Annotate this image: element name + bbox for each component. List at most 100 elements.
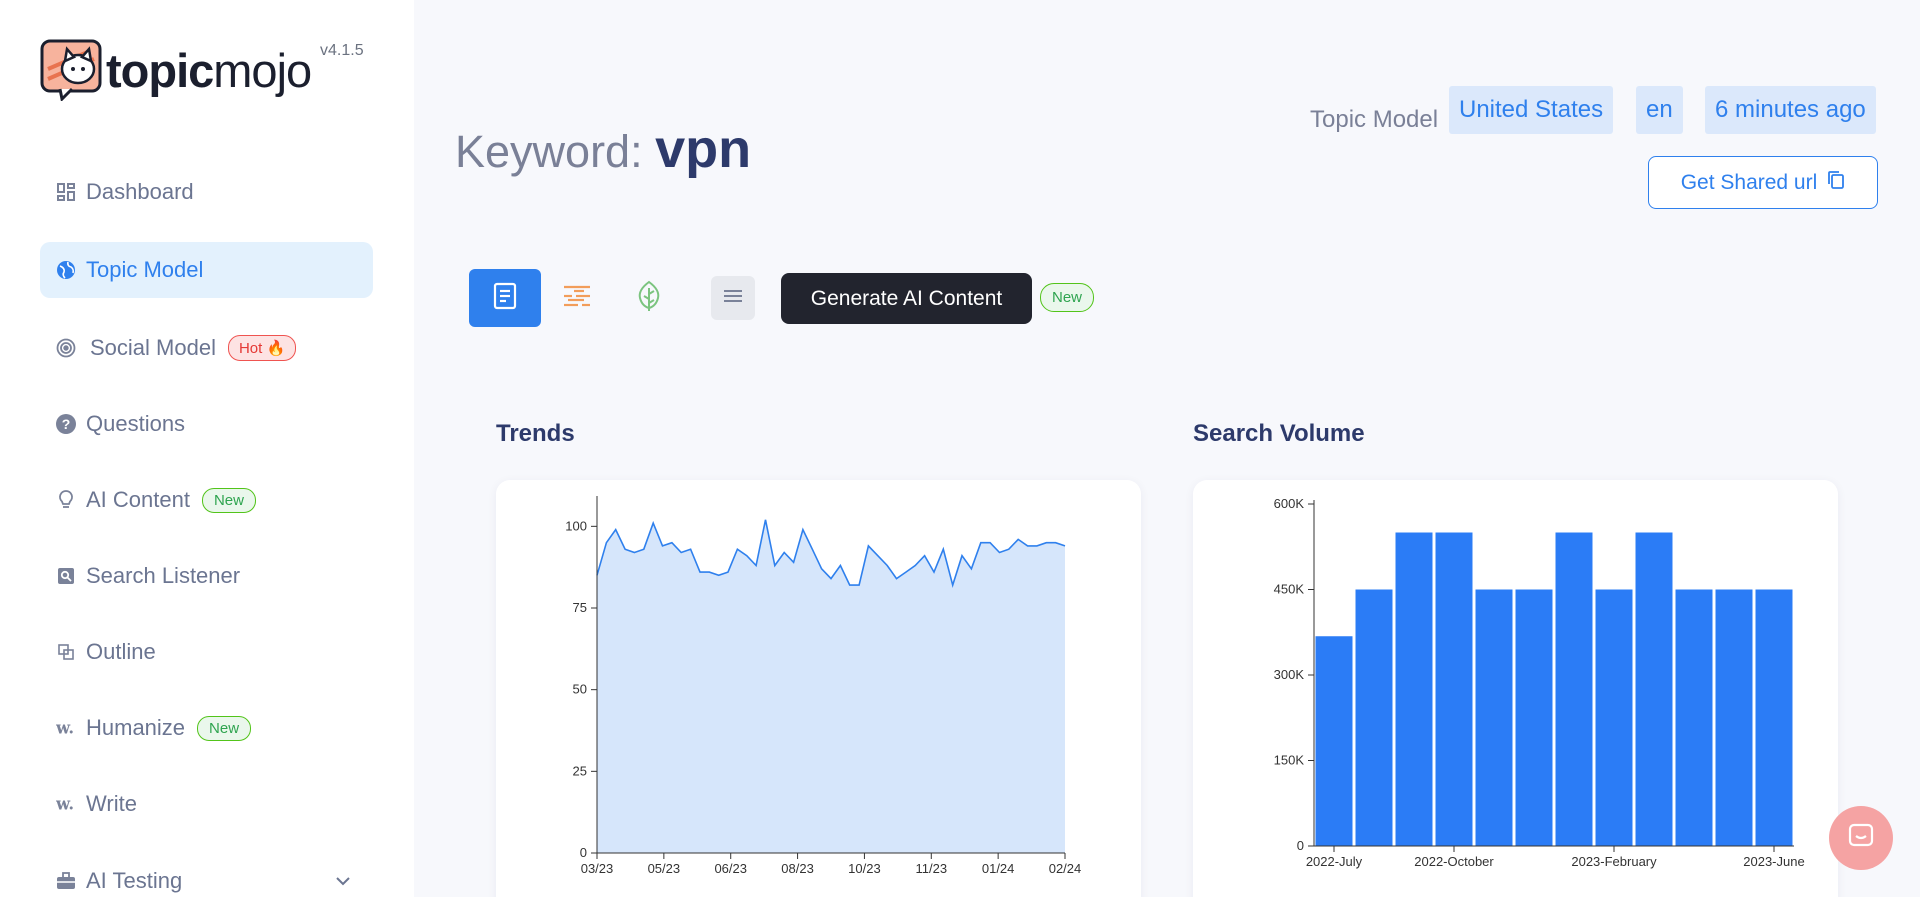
y-tick-label: 450K — [1274, 582, 1305, 597]
version-label: v4.1.5 — [320, 42, 364, 59]
svg-text:?: ? — [62, 416, 71, 432]
bar — [1475, 589, 1513, 846]
y-tick-label: 25 — [573, 763, 587, 778]
bar — [1675, 589, 1713, 846]
sidebar-item-label: Topic Model — [86, 257, 204, 282]
search-volume-chart: 0 150K 300K 450K 600K 2022-July 2022-October 20… — [1274, 496, 1805, 869]
copy-icon — [1827, 170, 1845, 196]
y-tick-label: 150K — [1274, 753, 1305, 768]
x-tick-label: 05/23 — [648, 861, 681, 876]
trends-chart-card: 0 25 50 75 100 03/23 05/23 06/23 08/23 10/23 11/23… — [496, 480, 1141, 897]
trends-area — [597, 519, 1065, 853]
logo-cat-icon — [40, 39, 102, 103]
x-tick-label: 11/23 — [915, 861, 947, 876]
logo[interactable]: topicmojo — [40, 38, 312, 103]
sidebar-item-humanize[interactable]: w. Humanize New — [40, 700, 373, 756]
document-icon — [493, 282, 517, 315]
y-tick-label: 100 — [565, 518, 587, 533]
chevron-down-icon[interactable] — [335, 873, 351, 891]
bar — [1435, 532, 1473, 846]
bar — [1315, 636, 1353, 846]
sidebar-item-ai-content[interactable]: AI Content New — [40, 472, 373, 528]
chat-icon — [1847, 822, 1875, 855]
keyword-label: Keyword: — [455, 126, 643, 177]
bar — [1395, 532, 1433, 846]
sidebar: topicmojo v4.1.5 Dashboard Topic Model S… — [0, 0, 414, 897]
trends-title: Trends — [496, 420, 575, 447]
sidebar-item-social-model[interactable]: Social Model Hot 🔥 — [40, 320, 373, 376]
y-tick-label: 0 — [1297, 838, 1304, 853]
y-tick-label: 50 — [573, 682, 587, 697]
lightbulb-icon — [56, 490, 76, 510]
hot-badge: Hot 🔥 — [227, 335, 297, 361]
sidebar-item-outline[interactable]: Outline — [40, 624, 373, 680]
x-tick-label: 2022-July — [1306, 854, 1363, 869]
x-tick-label: 2023-June — [1743, 854, 1804, 869]
sidebar-item-label: Outline — [86, 639, 156, 664]
x-tick-label: 2023-February — [1571, 854, 1657, 869]
x-tick-label: 01/24 — [982, 861, 1015, 876]
sidebar-item-dashboard[interactable]: Dashboard — [40, 164, 373, 220]
get-shared-url-button[interactable]: Get Shared url — [1648, 156, 1878, 209]
y-tick-label: 600K — [1274, 496, 1305, 511]
target-icon — [56, 338, 76, 358]
generate-ai-content-button[interactable]: Generate AI Content — [781, 273, 1032, 324]
x-tick-label: 03/23 — [581, 861, 614, 876]
x-tick-label: 02/24 — [1049, 861, 1082, 876]
model-label: Topic Model — [1310, 106, 1439, 133]
view-list-button[interactable] — [541, 269, 613, 327]
chat-button[interactable] — [1829, 806, 1893, 870]
keyword-value: vpn — [655, 119, 752, 179]
y-tick-label: 75 — [573, 600, 587, 615]
sidebar-item-questions[interactable]: ? Questions — [40, 396, 373, 452]
bar — [1515, 589, 1553, 846]
sidebar-item-search-listener[interactable]: Search Listener — [40, 548, 373, 604]
y-tick-label: 0 — [580, 845, 587, 860]
sidebar-item-label: Humanize — [86, 715, 186, 740]
sidebar-item-label: AI Testing — [86, 868, 183, 893]
bar — [1355, 589, 1393, 846]
x-tick-label: 2022-October — [1414, 854, 1494, 869]
updated-chip: 6 minutes ago — [1705, 86, 1876, 134]
sidebar-item-label: Search Listener — [86, 563, 241, 588]
new-badge: New — [201, 487, 256, 513]
view-leaf-button[interactable] — [613, 269, 685, 327]
briefcase-icon — [56, 871, 76, 891]
sidebar-item-label: Dashboard — [86, 179, 194, 204]
country-chip: United States — [1449, 86, 1614, 134]
new-badge: New — [197, 715, 252, 741]
search-doc-icon — [56, 566, 76, 586]
sidebar-item-label: Questions — [86, 411, 186, 436]
bar — [1555, 532, 1593, 846]
bar — [1635, 532, 1673, 846]
globe-icon — [56, 260, 76, 280]
sidebar-item-topic-model[interactable]: Topic Model — [40, 242, 373, 298]
sidebar-item-label: AI Content — [86, 487, 190, 512]
logo-text: topicmojo — [106, 43, 312, 97]
menu-button[interactable] — [711, 276, 755, 320]
x-tick-label: 10/23 — [848, 861, 881, 876]
svg-text:w.: w. — [56, 795, 74, 813]
language-chip: en — [1636, 86, 1683, 134]
x-tick-label: 08/23 — [781, 861, 814, 876]
page-title: Keyword: vpn — [455, 118, 751, 180]
dashboard-icon — [56, 182, 76, 202]
sidebar-item-ai-testing[interactable]: AI Testing — [40, 853, 373, 897]
sidebar-item-write[interactable]: w. Write — [40, 776, 373, 832]
bar — [1595, 589, 1633, 846]
w-icon: w. — [56, 794, 76, 814]
outline-icon — [56, 642, 76, 662]
search-volume-chart-card: 0 150K 300K 450K 600K 2022-July 2022-October 20… — [1193, 480, 1838, 897]
y-tick-label: 300K — [1274, 667, 1305, 682]
x-tick-label: 06/23 — [714, 861, 747, 876]
question-icon: ? — [56, 414, 76, 434]
sidebar-item-label: Write — [86, 791, 137, 816]
bar — [1715, 589, 1753, 846]
view-document-button[interactable] — [469, 269, 541, 327]
w-icon: w. — [56, 718, 76, 738]
hamburger-icon — [724, 289, 742, 308]
leaf-icon — [636, 280, 662, 317]
svg-text:w.: w. — [56, 719, 74, 737]
sidebar-item-label: Social Model — [90, 335, 216, 360]
share-button-label: Get Shared url — [1680, 170, 1818, 194]
